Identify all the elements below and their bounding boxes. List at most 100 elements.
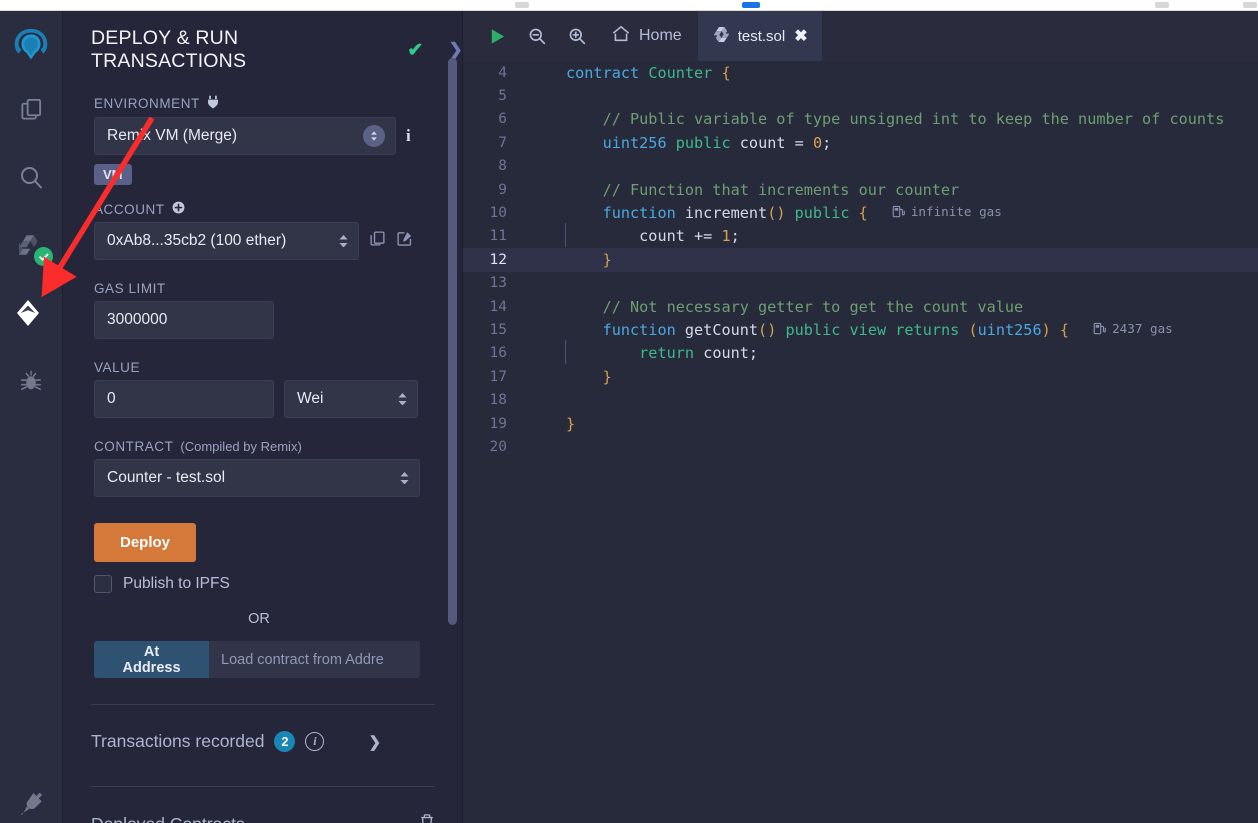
plug-icon bbox=[207, 95, 219, 112]
code-text: function increment() public {infinite ga… bbox=[602, 204, 1002, 223]
zoom-in-icon[interactable] bbox=[559, 18, 595, 54]
deploy-run-panel: DEPLOY & RUN TRANSACTIONS ✔ ❯ ENVIRONMEN… bbox=[63, 11, 463, 823]
transactions-recorded-count: 2 bbox=[274, 731, 296, 752]
line-number: 13 bbox=[489, 275, 507, 292]
chrome-artifact bbox=[742, 2, 760, 8]
chevron-updown-icon bbox=[400, 472, 409, 484]
editor-toolbar: Home test.sol ✖ bbox=[463, 11, 1258, 61]
code-line[interactable]: 16 return count; bbox=[463, 340, 1258, 366]
deploy-run-icon[interactable] bbox=[11, 293, 51, 333]
value-label: VALUE bbox=[94, 360, 141, 375]
panel-status-check-icon: ✔ bbox=[407, 39, 424, 61]
code-content[interactable]: 4 contract Counter {5 6 // Public variable… bbox=[463, 61, 1258, 823]
publish-ipfs-checkbox[interactable] bbox=[94, 575, 112, 593]
remix-logo[interactable] bbox=[10, 25, 52, 67]
gas-estimate: 2437 gas bbox=[1093, 321, 1173, 336]
compiler-success-badge bbox=[34, 247, 53, 266]
line-number: 17 bbox=[489, 368, 507, 385]
gas-limit-input[interactable]: 3000000 bbox=[94, 301, 274, 339]
line-number: 19 bbox=[489, 415, 507, 432]
value-amount: 0 bbox=[107, 390, 116, 407]
account-select[interactable]: 0xAb8...35cb2 (100 ether) bbox=[94, 222, 359, 260]
account-label: ACCOUNT bbox=[94, 201, 462, 217]
code-text: count += 1; bbox=[524, 223, 740, 248]
transactions-recorded-row[interactable]: Transactions recorded 2 i ❯ bbox=[63, 705, 462, 752]
at-address-button[interactable]: At Address bbox=[94, 641, 209, 678]
code-line[interactable]: 20 bbox=[463, 435, 1258, 459]
chevron-updown-icon bbox=[363, 125, 385, 147]
home-label: Home bbox=[639, 27, 682, 44]
code-text: uint256 public count = 0; bbox=[602, 133, 832, 152]
code-text: } bbox=[566, 414, 576, 433]
environment-value: Remix VM (Merge) bbox=[107, 127, 238, 144]
code-text: // Public variable of type unsigned int … bbox=[566, 110, 1225, 129]
panel-title-text: DEPLOY & RUN TRANSACTIONS bbox=[91, 27, 247, 72]
trash-icon[interactable] bbox=[419, 813, 435, 823]
panel-scrollbar[interactable] bbox=[448, 58, 457, 625]
code-text: function getCount() public view returns … bbox=[602, 320, 1173, 339]
code-line[interactable]: 12 } bbox=[463, 248, 1258, 272]
at-address-input[interactable] bbox=[209, 641, 420, 678]
chrome-artifact bbox=[1155, 2, 1169, 8]
gas-estimate-text: 2437 gas bbox=[1112, 320, 1173, 336]
code-line[interactable]: 13 bbox=[463, 271, 1258, 295]
indent-guide bbox=[565, 223, 566, 248]
code-line[interactable]: 9 // Function that increments our counte… bbox=[463, 177, 1258, 202]
code-line[interactable]: 7 uint256 public count = 0; bbox=[463, 131, 1258, 155]
gas-pump-icon bbox=[1093, 322, 1106, 335]
panel-expand-chevron-icon[interactable]: ❯ bbox=[449, 40, 462, 60]
run-script-icon[interactable] bbox=[479, 18, 515, 54]
gas-limit-value: 3000000 bbox=[107, 311, 168, 328]
contract-select[interactable]: Counter - test.sol bbox=[94, 459, 420, 497]
plus-circle-icon[interactable] bbox=[172, 201, 185, 217]
code-line[interactable]: 17 } bbox=[463, 365, 1258, 389]
code-text: contract Counter { bbox=[566, 63, 731, 82]
chrome-artifact bbox=[1243, 2, 1257, 8]
value-input[interactable]: 0 bbox=[94, 380, 274, 418]
home-icon bbox=[611, 25, 631, 48]
close-tab-icon[interactable]: ✖ bbox=[794, 26, 807, 46]
tab-test-sol[interactable]: test.sol ✖ bbox=[697, 11, 822, 61]
code-line[interactable]: 15 function getCount() public view retur… bbox=[463, 318, 1258, 342]
info-icon[interactable]: i bbox=[305, 732, 325, 751]
line-number: 9 bbox=[498, 181, 507, 198]
code-line[interactable]: 10 function increment() public {infinite… bbox=[463, 201, 1258, 225]
environment-select[interactable]: Remix VM (Merge) bbox=[94, 117, 396, 155]
chevron-updown-icon bbox=[339, 235, 348, 247]
code-line[interactable]: 19} bbox=[463, 411, 1258, 436]
home-tab[interactable]: Home bbox=[599, 18, 694, 54]
copy-account-icon[interactable] bbox=[369, 230, 386, 252]
environment-label: ENVIRONMENT bbox=[94, 95, 462, 112]
debugger-icon[interactable] bbox=[11, 361, 51, 401]
code-line[interactable]: 6 // Public variable of type unsigned in… bbox=[463, 107, 1258, 132]
environment-info-icon[interactable]: i bbox=[406, 126, 411, 146]
transactions-expand-chevron-icon[interactable]: ❯ bbox=[368, 733, 381, 751]
code-line[interactable]: 8 bbox=[463, 154, 1258, 178]
deploy-button[interactable]: Deploy bbox=[94, 523, 197, 562]
code-line[interactable]: 4 contract Counter { bbox=[463, 61, 1258, 85]
line-number: 14 bbox=[489, 298, 507, 315]
code-line[interactable]: 18 bbox=[463, 388, 1258, 412]
line-number: 7 bbox=[498, 134, 507, 151]
code-line[interactable]: 5 bbox=[463, 84, 1258, 108]
value-unit-select[interactable]: Wei bbox=[284, 380, 418, 418]
solidity-compiler-icon[interactable] bbox=[11, 225, 53, 266]
search-icon[interactable] bbox=[11, 157, 51, 197]
at-address-row: At Address bbox=[94, 641, 420, 678]
sign-message-icon[interactable] bbox=[396, 230, 413, 252]
chrome-artifact bbox=[515, 2, 529, 8]
publish-ipfs-row[interactable]: Publish to IPFS bbox=[94, 575, 462, 593]
line-number: 12 bbox=[489, 251, 507, 268]
line-number: 10 bbox=[489, 205, 507, 222]
code-text: // Not necessary getter to get the count… bbox=[566, 297, 1024, 316]
chevron-updown-icon bbox=[398, 393, 407, 405]
gas-estimate-text: infinite gas bbox=[910, 204, 1002, 220]
zoom-out-icon[interactable] bbox=[519, 18, 555, 54]
tab-filename: test.sol bbox=[737, 27, 786, 45]
code-line[interactable]: 11 count += 1; bbox=[463, 223, 1258, 249]
code-line[interactable]: 14 // Not necessary getter to get the co… bbox=[463, 294, 1258, 319]
browser-chrome-sliver bbox=[0, 0, 1258, 11]
file-explorer-icon[interactable] bbox=[11, 89, 51, 129]
plugin-manager-icon[interactable] bbox=[0, 790, 63, 817]
contract-value: Counter - test.sol bbox=[107, 469, 226, 486]
